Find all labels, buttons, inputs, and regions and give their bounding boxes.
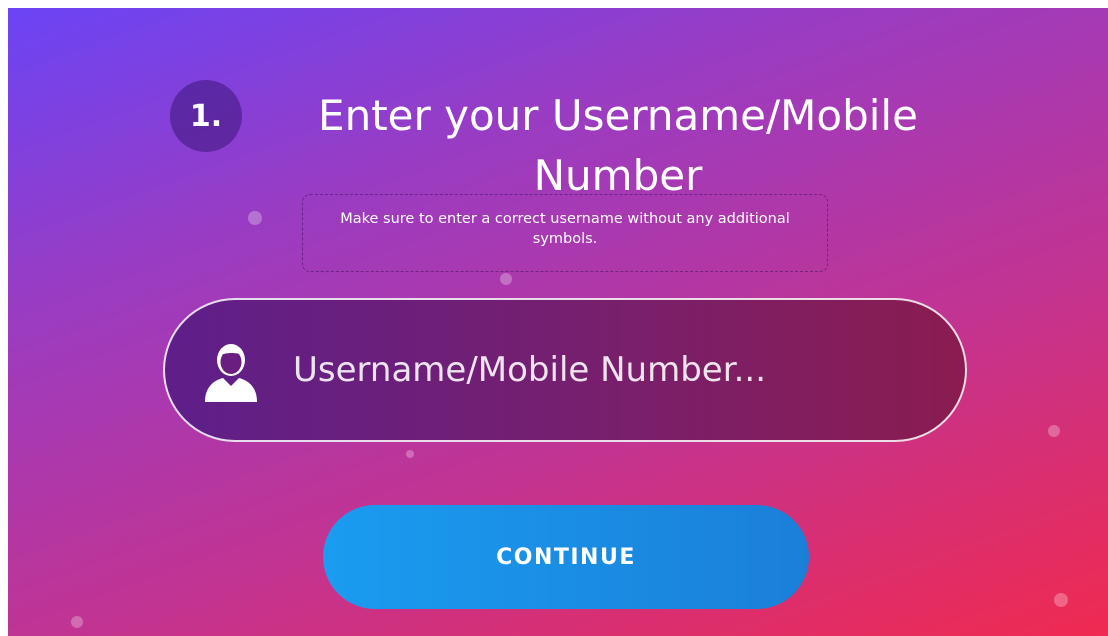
login-screen: 1. Enter your Username/Mobile Number Mak… [8,8,1108,636]
username-input[interactable] [291,339,965,401]
username-field[interactable] [163,298,967,442]
decor-dot [248,211,262,225]
decor-dot [406,450,414,458]
step-badge: 1. [170,80,242,152]
decor-dot [1054,593,1068,607]
page-title: Enter your Username/Mobile Number [318,91,918,200]
decor-dot [1048,425,1060,437]
continue-button[interactable]: CONTINUE [323,505,809,609]
hint-text: Make sure to enter a correct username wi… [302,194,828,272]
decor-dot [500,273,512,285]
decor-dot [71,616,83,628]
user-icon [205,344,257,402]
